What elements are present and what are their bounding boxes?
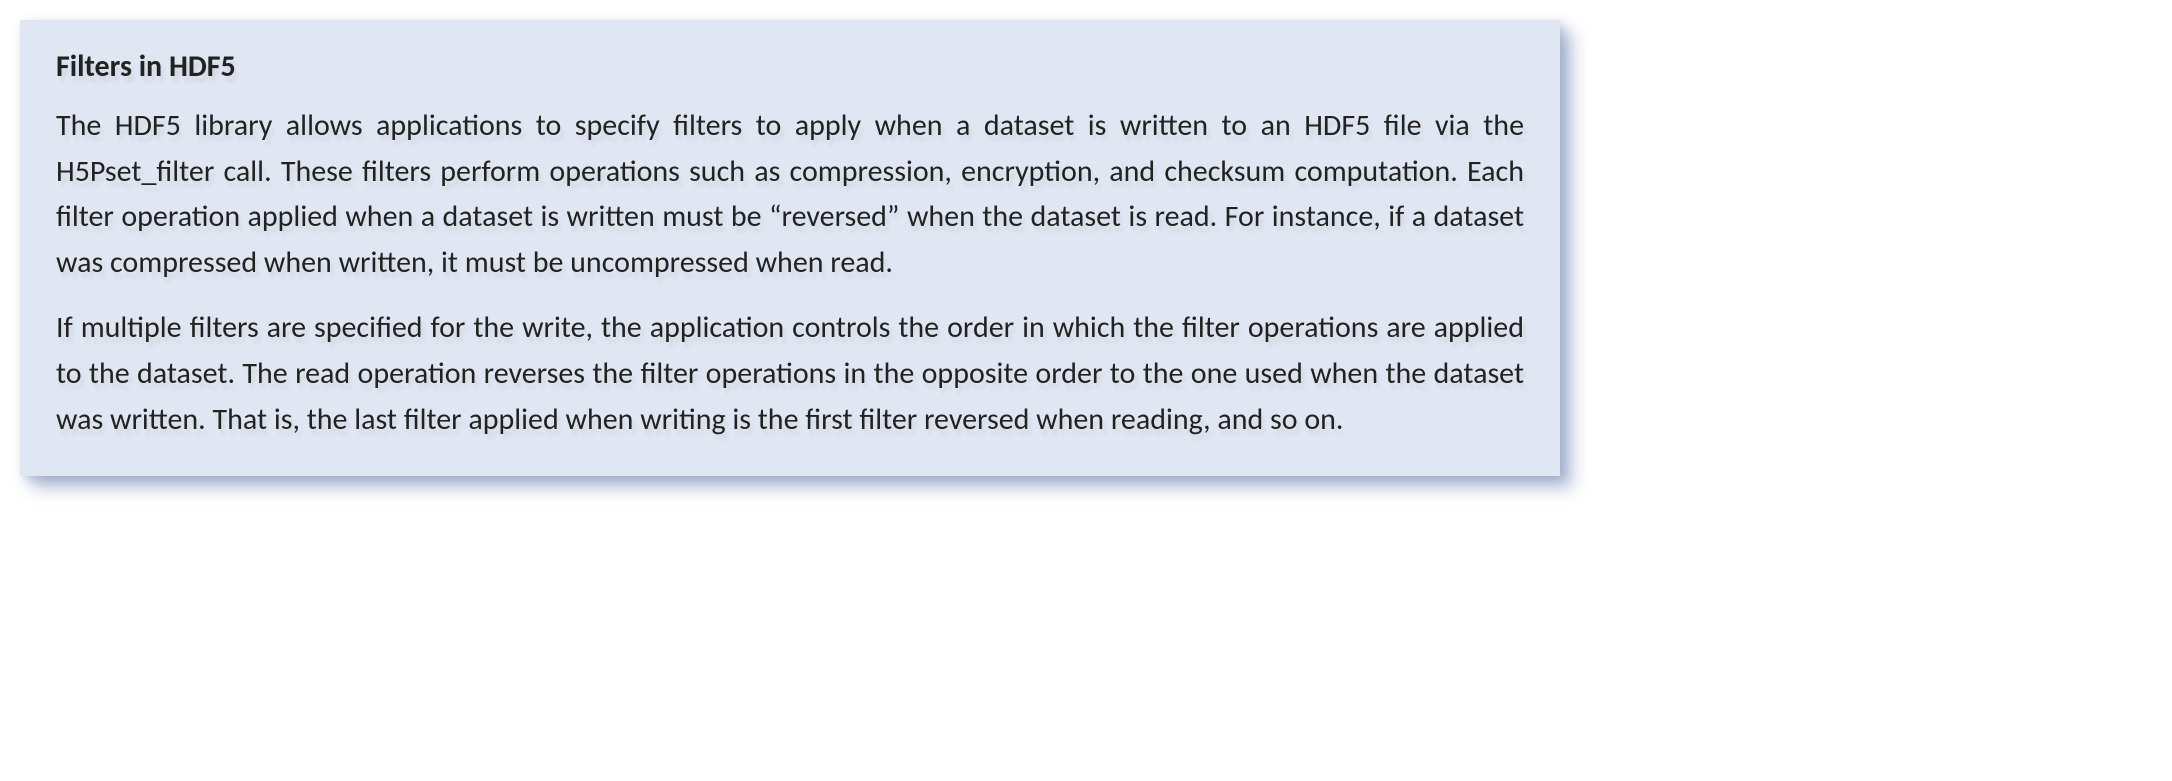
callout-box: Filters in HDF5 The HDF5 library allows … [20, 20, 1560, 476]
callout-paragraph-1: The HDF5 library allows applications to … [56, 103, 1524, 285]
content-layer: Filters in HDF5 The HDF5 library allows … [56, 48, 1524, 442]
callout-paragraph-2: If multiple filters are specified for th… [56, 305, 1524, 442]
callout-heading: Filters in HDF5 [56, 48, 1524, 85]
